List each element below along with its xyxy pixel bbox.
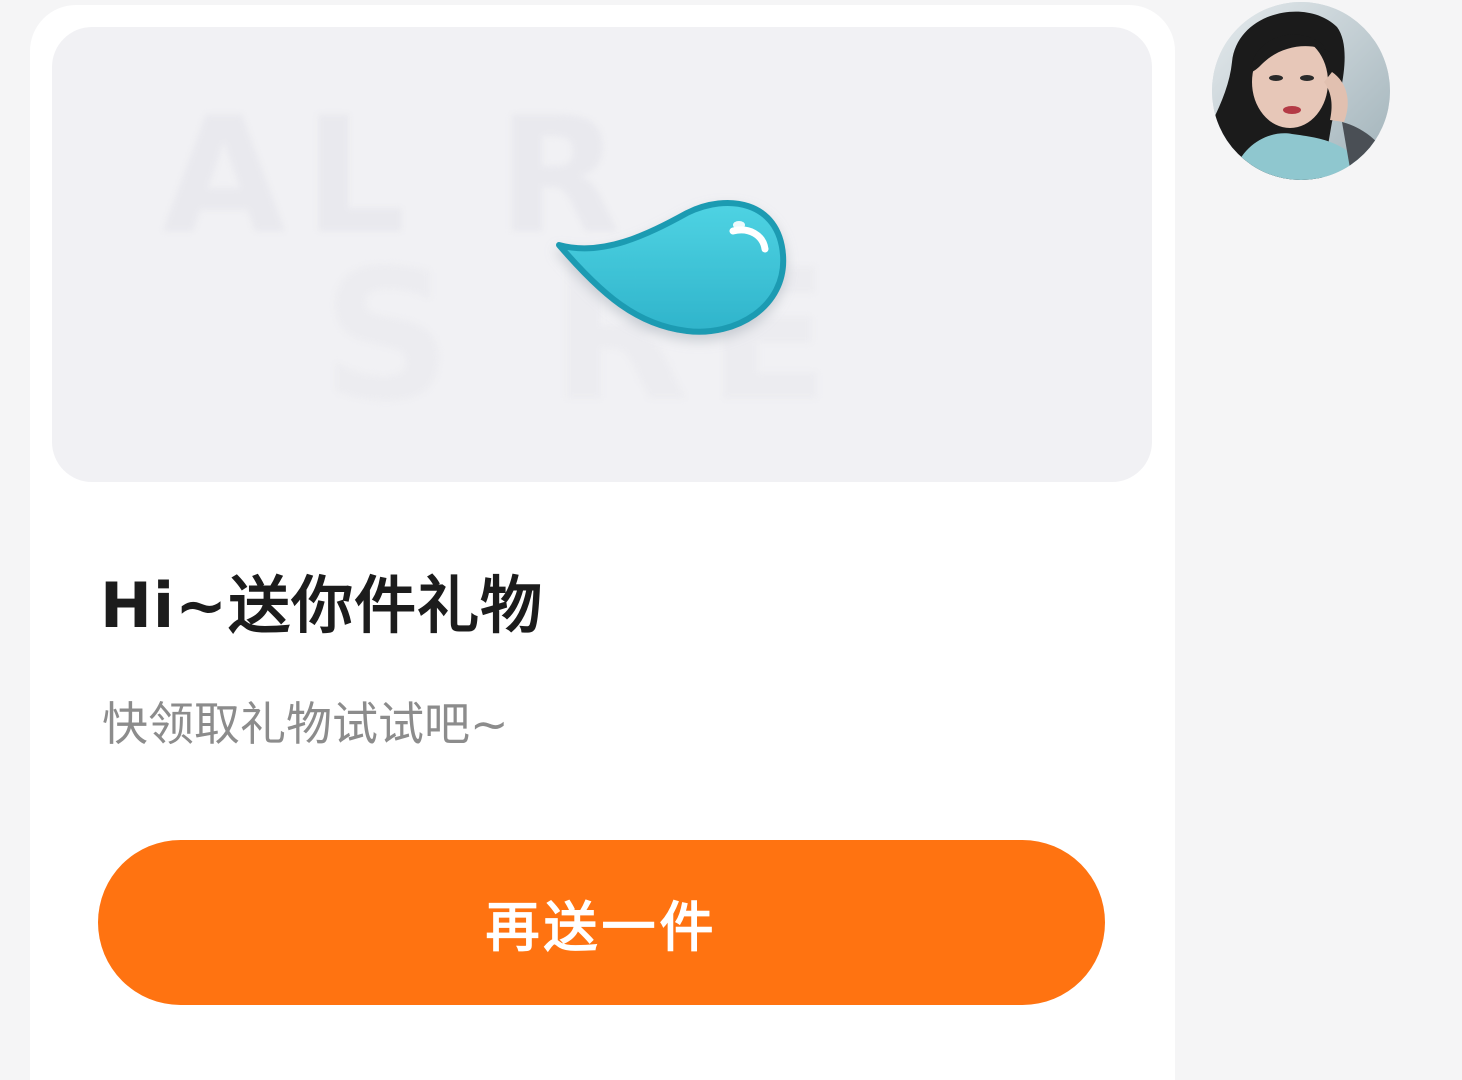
gift-subtitle: 快领取礼物试试吧~ <box>102 697 509 751</box>
water-drop-icon <box>556 200 787 335</box>
send-again-button[interactable]: 再送一件 <box>98 840 1105 1005</box>
avatar[interactable] <box>1212 2 1390 180</box>
gift-message-screen: AL R S RE Hi~送你件礼物 快领取礼物试试吧~ 再送一件 <box>0 0 1462 1080</box>
user-avatar-icon <box>1212 2 1390 180</box>
gift-card[interactable]: AL R S RE Hi~送你件礼物 快领取礼物试试吧~ 再送一件 <box>30 5 1175 1080</box>
gift-image-panel: AL R S RE <box>52 27 1152 482</box>
gift-title: Hi~送你件礼物 <box>100 569 544 642</box>
